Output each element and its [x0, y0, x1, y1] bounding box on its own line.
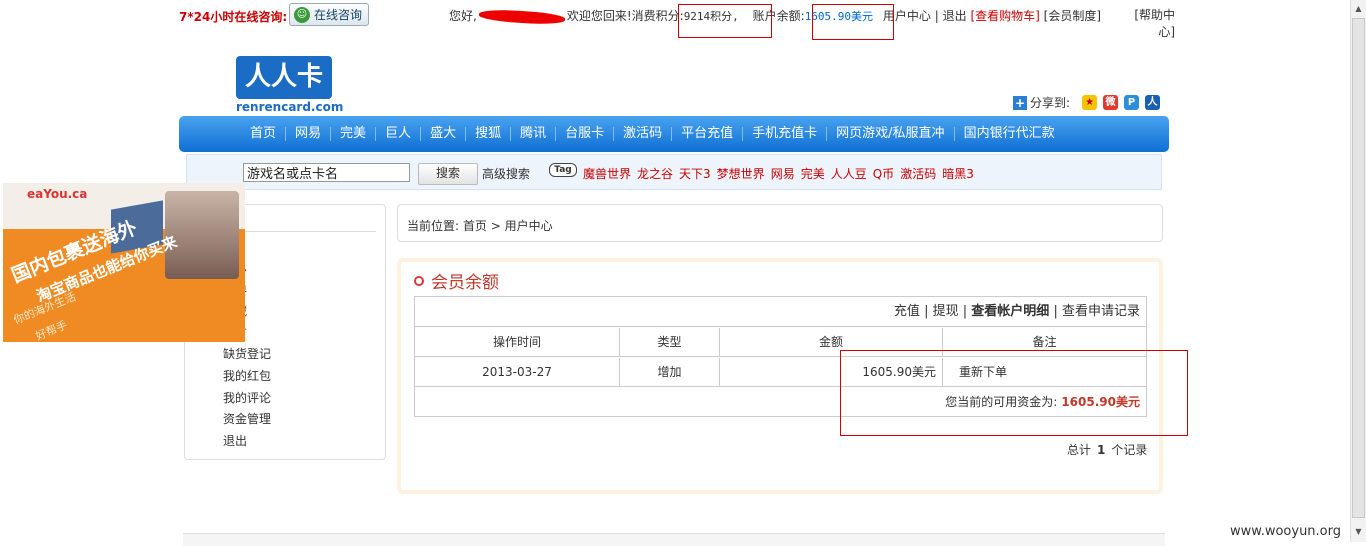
- breadcrumb-home[interactable]: 首页: [463, 219, 487, 233]
- nav-item[interactable]: 完美: [331, 127, 377, 141]
- highlight-box-balance: [812, 4, 894, 40]
- tag-link[interactable]: 完美: [801, 167, 825, 181]
- nav-item[interactable]: 台服卡: [556, 127, 615, 141]
- share-bar: + 分享到: ★ 微 P 人: [1013, 94, 1161, 111]
- application-records-link[interactable]: 查看申请记录: [1062, 304, 1140, 319]
- breadcrumb-sep: >: [490, 219, 501, 233]
- user-status-line: 您好, 欢迎您回来!消费积分:9214积分, 账户余额:1605.90美元 用户中…: [449, 7, 1101, 26]
- total-prefix: 总计: [1067, 443, 1092, 457]
- highlight-box-points: [678, 4, 772, 38]
- floating-ad[interactable]: eaYou.ca 国内包裹送海外 淘宝商品也能给你买来 你的海外生活 好帮手: [3, 183, 245, 342]
- nav-item[interactable]: 网易: [286, 127, 332, 141]
- nav-item[interactable]: 国内银行代汇款: [955, 127, 1064, 141]
- user-menu-item[interactable]: 我的评论: [223, 389, 271, 406]
- record-total: 总计 1 个记录: [1067, 441, 1147, 458]
- breadcrumb-label: 当前位置:: [407, 219, 460, 233]
- consult-label: 7*24小时在线咨询:: [179, 10, 288, 24]
- plus-icon[interactable]: +: [1013, 95, 1027, 110]
- separator: |: [962, 304, 968, 319]
- logo-mark: 人人卡: [236, 56, 332, 99]
- account-detail-link[interactable]: 查看帐户明细: [971, 304, 1049, 319]
- scroll-up-icon[interactable]: ▲: [1353, 4, 1364, 13]
- tag-link[interactable]: 网易: [771, 167, 795, 181]
- logo-url: renrencard.com: [236, 100, 344, 114]
- nav-item[interactable]: 网页游戏/私服直冲: [827, 127, 955, 141]
- bullet-icon: ●: [414, 275, 424, 286]
- recharge-link[interactable]: 充值: [894, 304, 920, 319]
- separator: |: [934, 9, 939, 23]
- renren-icon[interactable]: 人: [1145, 95, 1161, 110]
- cell-type: 增加: [620, 358, 720, 387]
- nav-item[interactable]: 搜狐: [466, 127, 512, 141]
- panel-title-text: 会员余额: [431, 273, 499, 293]
- tag-link[interactable]: 魔兽世界: [583, 167, 631, 181]
- site-logo[interactable]: 人人卡 renrencard.com: [236, 56, 344, 116]
- nav-item[interactable]: 激活码: [614, 127, 673, 141]
- share-label: 分享到:: [1030, 96, 1071, 110]
- nav-item[interactable]: 手机充值卡: [743, 127, 828, 141]
- total-count: 1: [1097, 443, 1106, 457]
- tag-link[interactable]: Q币: [873, 167, 894, 181]
- online-consult-button[interactable]: ☺ 在线咨询: [289, 3, 369, 26]
- tag-link[interactable]: 龙之谷: [637, 167, 673, 181]
- user-menu-item[interactable]: 缺货登记: [223, 345, 271, 362]
- withdraw-link[interactable]: 提现: [933, 304, 959, 319]
- hot-tags: 魔兽世界 龙之谷 天下3 梦想世界 网易 完美 人人豆 Q币 激活码 暗黑3: [583, 165, 980, 182]
- scroll-thumb[interactable]: [1352, 18, 1365, 518]
- account-actions: 充值 | 提现 | 查看帐户明细 | 查看申请记录: [415, 297, 1146, 327]
- member-system-link[interactable]: [会员制度]: [1044, 9, 1101, 23]
- search-button[interactable]: 搜索: [418, 163, 478, 185]
- scroll-down-icon[interactable]: ▼: [1353, 527, 1364, 536]
- separator: |: [1053, 304, 1058, 319]
- separator: |: [924, 304, 929, 319]
- col-header-type: 类型: [620, 328, 720, 357]
- user-menu-item[interactable]: 退出: [223, 432, 247, 449]
- highlight-box-funds: [840, 350, 1188, 436]
- user-menu-item[interactable]: 我的红包: [223, 367, 271, 384]
- tag-link[interactable]: 梦想世界: [717, 167, 765, 181]
- weibo-icon[interactable]: 微: [1103, 95, 1119, 110]
- tag-link[interactable]: 激活码: [900, 167, 936, 181]
- menu-divider: [223, 231, 376, 232]
- ad-tagline-2: 好帮手: [33, 318, 70, 342]
- ad-person-image: [165, 191, 239, 279]
- watermark: www.wooyun.org: [1230, 524, 1342, 539]
- breadcrumb: 当前位置: 首页 > 用户中心: [407, 217, 553, 234]
- nav-item[interactable]: 巨人: [376, 127, 422, 141]
- nav-item[interactable]: 平台充值: [672, 127, 744, 141]
- view-cart-link[interactable]: [查看购物车]: [970, 9, 1039, 23]
- ad-brand: eaYou.ca: [27, 187, 88, 201]
- user-menu-item[interactable]: 资金管理: [223, 410, 271, 427]
- tag-link[interactable]: 人人豆: [831, 167, 867, 181]
- col-header-time: 操作时间: [415, 328, 620, 357]
- footer-edge: [183, 533, 1165, 546]
- help-center-link[interactable]: [帮助中心]: [1125, 7, 1175, 41]
- advanced-search-link[interactable]: 高级搜索: [482, 165, 530, 182]
- logout-link[interactable]: 退出: [943, 9, 967, 23]
- breadcrumb-current[interactable]: 用户中心: [505, 219, 553, 233]
- nav-item[interactable]: 腾讯: [511, 127, 557, 141]
- welcome-text: 欢迎您回来!消费积分:: [566, 9, 684, 23]
- panel-title: ● 会员余额: [414, 268, 499, 293]
- pengyou-icon[interactable]: P: [1124, 95, 1140, 110]
- cell-time: 2013-03-27: [415, 358, 620, 387]
- nav-item[interactable]: 盛大: [421, 127, 467, 141]
- tag-link[interactable]: 暗黑3: [942, 167, 974, 181]
- tag-link[interactable]: 天下3: [679, 167, 711, 181]
- search-input[interactable]: [243, 163, 410, 182]
- total-suffix: 个记录: [1111, 443, 1148, 457]
- tag-icon: Tag: [549, 163, 577, 177]
- nav-item[interactable]: 首页: [241, 127, 287, 141]
- chat-icon: ☺: [294, 6, 310, 23]
- greeting-text: 您好,: [449, 9, 477, 23]
- redacted-username: [478, 7, 565, 26]
- online-consult-label: 在线咨询: [314, 8, 363, 22]
- page-scrollbar[interactable]: ▲ ▼: [1350, 0, 1366, 542]
- main-nav: 首页 网易 完美 巨人 盛大 搜狐 腾讯 台服卡 激活码 平台充值 手机充值卡 网页游戏/私服直冲 国内…: [179, 116, 1169, 152]
- qzone-icon[interactable]: ★: [1082, 95, 1098, 110]
